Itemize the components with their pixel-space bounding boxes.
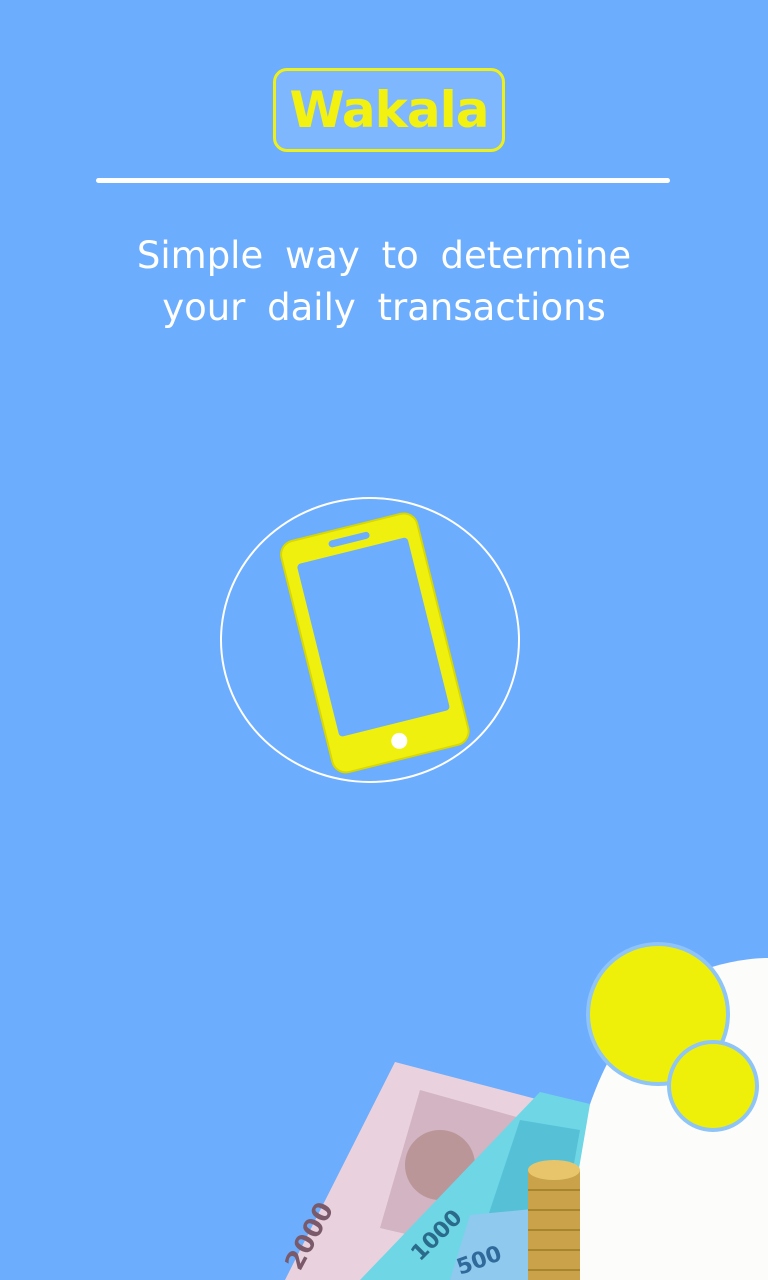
money-illustration: 2000 1000 500 [280,942,768,1280]
splash-screen: Wakala Simple way to determine your dail… [0,0,768,1280]
coin-stack [528,1160,580,1280]
yellow-circle-small [667,1040,759,1132]
